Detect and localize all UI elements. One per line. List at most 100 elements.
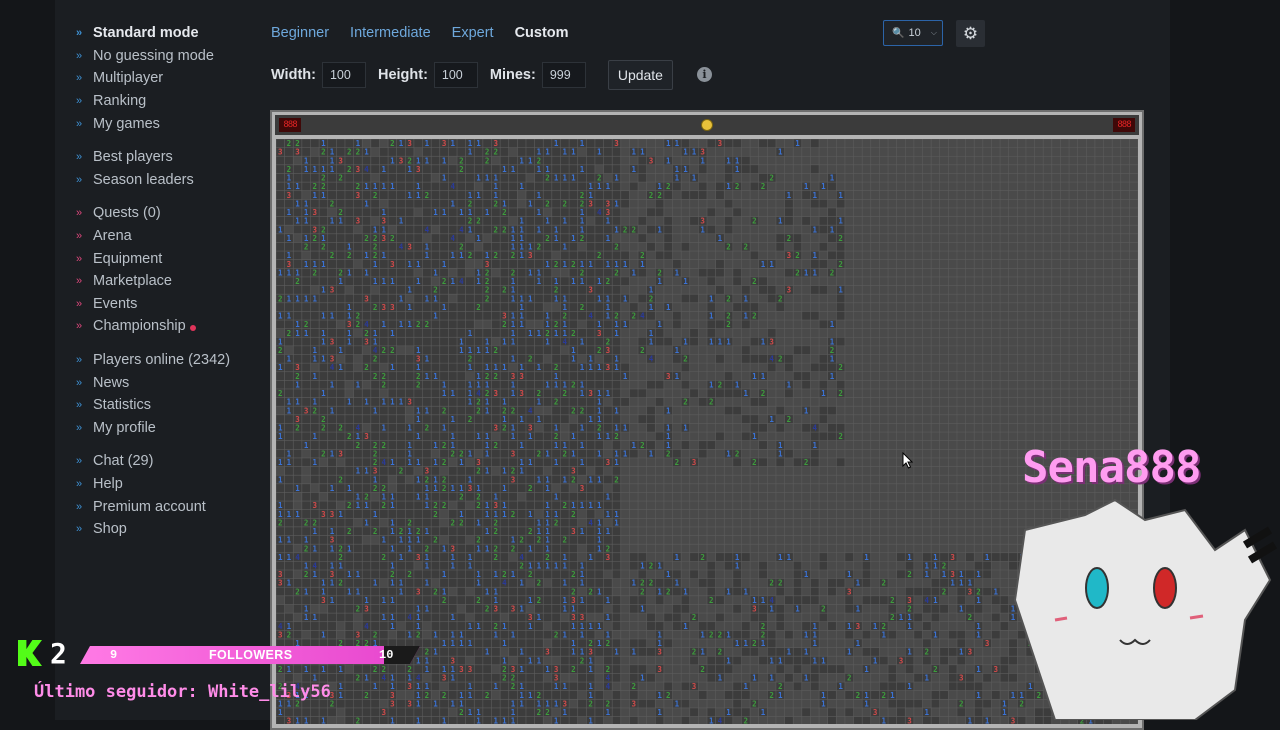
revealed-cell — [475, 553, 483, 561]
revealed-cell — [613, 441, 621, 449]
sidebar-item[interactable]: »Premium account — [68, 495, 248, 518]
cell-number: 1 — [407, 165, 412, 174]
sidebar-item[interactable]: »Season leaders — [68, 169, 248, 192]
revealed-cell — [552, 217, 560, 225]
cell-number: 1 — [502, 165, 507, 174]
cell-number: 1 — [606, 708, 611, 717]
cell-number: 3 — [511, 605, 516, 614]
revealed-cell — [475, 665, 483, 673]
revealed-cell — [337, 527, 345, 535]
cell-number: 1 — [795, 605, 800, 614]
revealed-cell — [440, 338, 448, 346]
cell-number: 1 — [313, 544, 318, 553]
tab-expert[interactable]: Expert — [452, 25, 494, 41]
cell-number: 4 — [450, 234, 455, 243]
sidebar-item[interactable]: »Help — [68, 473, 248, 496]
cell-number: 1 — [657, 691, 662, 700]
revealed-cell — [552, 191, 560, 199]
sidebar-item[interactable]: »Shop — [68, 518, 248, 541]
revealed-cell — [569, 157, 577, 165]
sidebar-item[interactable]: »Quests (0) — [68, 202, 248, 225]
revealed-cell — [509, 562, 517, 570]
revealed-cell — [337, 329, 345, 337]
revealed-cell — [371, 717, 379, 724]
sidebar-item[interactable]: »Equipment — [68, 247, 248, 270]
cell-number: 1 — [528, 329, 533, 338]
revealed-cell — [613, 191, 621, 199]
revealed-cell — [561, 527, 569, 535]
revealed-cell — [432, 183, 440, 191]
sidebar-item[interactable]: »Players online (2342) — [68, 349, 248, 372]
width-field[interactable] — [322, 62, 366, 88]
revealed-cell — [819, 226, 827, 234]
chevron-right-icon: » — [76, 230, 90, 242]
sidebar-item[interactable]: »Marketplace — [68, 270, 248, 293]
cell-number: 2 — [347, 165, 352, 174]
revealed-cell — [406, 717, 414, 724]
tab-beginner[interactable]: Beginner — [271, 25, 329, 41]
zoom-select[interactable]: 🔍 10 ⌵ — [883, 20, 943, 46]
smiley-icon[interactable] — [701, 119, 713, 131]
sidebar-item[interactable]: »News — [68, 371, 248, 394]
settings-button[interactable]: ⚙ — [956, 20, 985, 47]
cell-number: 1 — [485, 406, 490, 415]
revealed-cell — [561, 407, 569, 415]
revealed-cell — [535, 312, 543, 320]
revealed-cell — [328, 346, 336, 354]
sidebar-item[interactable]: »No guessing mode — [68, 45, 248, 68]
revealed-cell — [854, 717, 862, 724]
cell-number: 1 — [511, 389, 516, 398]
revealed-cell — [380, 286, 388, 294]
sidebar-item[interactable]: »Statistics — [68, 394, 248, 417]
revealed-cell — [354, 545, 362, 553]
revealed-cell — [483, 562, 491, 570]
revealed-cell — [432, 415, 440, 423]
revealed-cell — [630, 389, 638, 397]
revealed-cell — [923, 717, 931, 724]
revealed-cell — [475, 674, 483, 682]
sidebar-item[interactable]: »Chat (29) — [68, 450, 248, 473]
sidebar-item[interactable]: »My profile — [68, 417, 248, 440]
revealed-cell — [509, 183, 517, 191]
revealed-cell — [380, 355, 388, 363]
cell-number: 2 — [356, 320, 361, 329]
revealed-cell — [561, 208, 569, 216]
revealed-cell — [406, 174, 414, 182]
revealed-cell — [423, 217, 431, 225]
sidebar-item[interactable]: »Standard mode — [68, 22, 248, 45]
revealed-cell — [785, 217, 793, 225]
revealed-cell — [552, 157, 560, 165]
cell-number: 1 — [476, 234, 481, 243]
sidebar-item[interactable]: »Championship — [68, 315, 248, 338]
sidebar-item[interactable]: »My games — [68, 112, 248, 135]
sidebar-item[interactable]: »Arena — [68, 225, 248, 248]
cell-number: 1 — [502, 363, 507, 372]
height-field[interactable] — [434, 62, 478, 88]
update-button[interactable]: Update — [608, 60, 673, 90]
revealed-cell — [699, 622, 707, 630]
revealed-cell — [544, 432, 552, 440]
revealed-cell — [423, 346, 431, 354]
revealed-cell — [354, 295, 362, 303]
revealed-cell — [294, 346, 302, 354]
revealed-cell — [871, 648, 879, 656]
sidebar-item[interactable]: »Ranking — [68, 90, 248, 113]
sidebar-item[interactable]: »Best players — [68, 146, 248, 169]
cell-number: 1 — [416, 536, 421, 545]
sidebar-item[interactable]: »Multiplayer — [68, 67, 248, 90]
info-icon[interactable]: i — [697, 67, 712, 82]
mines-field[interactable] — [542, 62, 586, 88]
tab-intermediate[interactable]: Intermediate — [350, 25, 431, 41]
revealed-cell — [569, 303, 577, 311]
cell-number: 1 — [563, 174, 568, 183]
revealed-cell — [371, 545, 379, 553]
cell-number: 3 — [597, 329, 602, 338]
revealed-cell — [518, 355, 526, 363]
revealed-cell — [414, 389, 422, 397]
revealed-cell — [613, 657, 621, 665]
revealed-cell — [535, 234, 543, 242]
cell-number: 2 — [425, 191, 430, 200]
tab-custom[interactable]: Custom — [515, 25, 569, 41]
sidebar-item[interactable]: »Events — [68, 293, 248, 316]
cell-number: 1 — [571, 449, 576, 458]
